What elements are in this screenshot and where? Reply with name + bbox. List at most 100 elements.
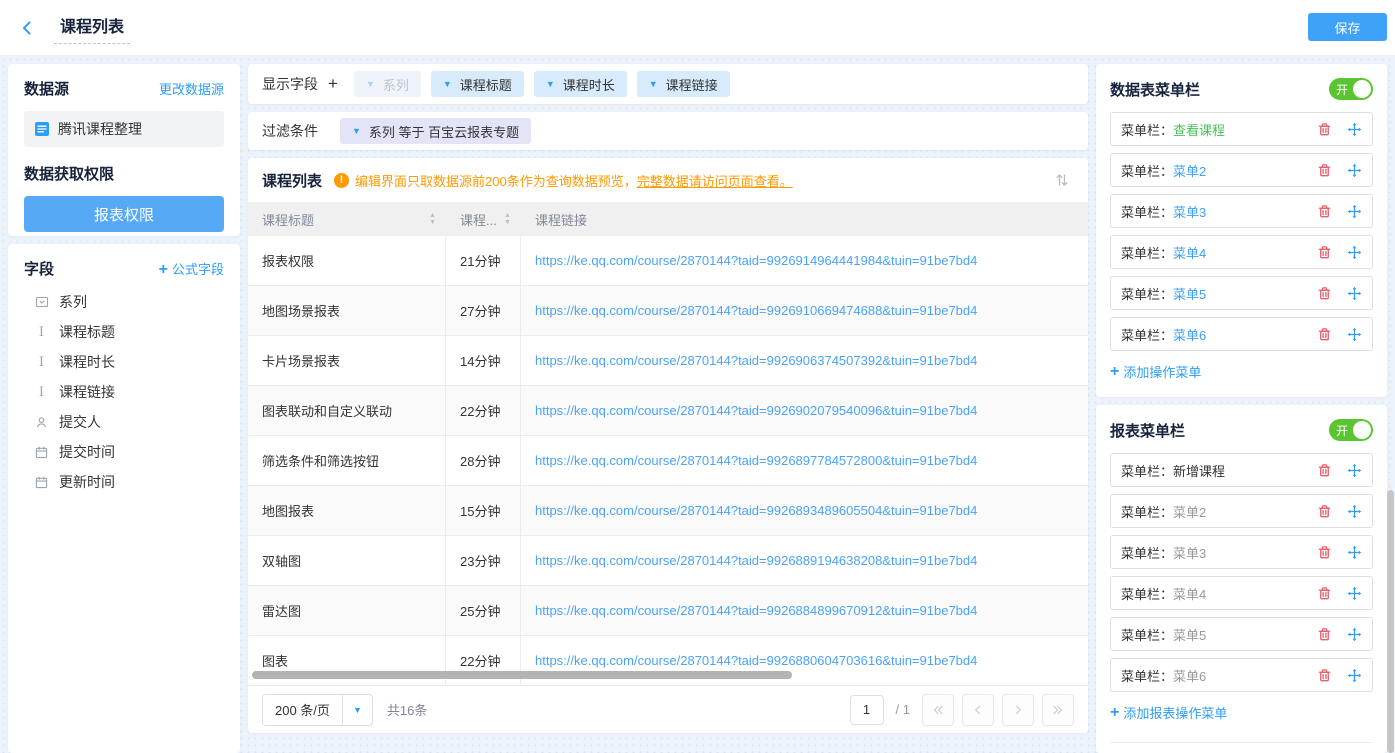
table-menu-list: 菜单栏： 查看课程 菜单栏： 菜单2 菜单栏： 菜单3 菜单栏： 菜单4 xyxy=(1110,112,1373,351)
move-icon[interactable] xyxy=(1346,285,1362,301)
course-link[interactable]: https://ke.qq.com/course/2870144?taid=99… xyxy=(521,236,1088,285)
move-icon[interactable] xyxy=(1346,667,1362,683)
field-item-submitter[interactable]: 提交人 xyxy=(24,407,224,437)
calendar-icon xyxy=(34,446,49,459)
add-table-menu-link[interactable]: +添加操作菜单 xyxy=(1110,362,1373,381)
sort-icon[interactable]: ▲▼ xyxy=(429,212,436,226)
warning-icon: ! xyxy=(334,173,349,188)
trash-icon[interactable] xyxy=(1316,462,1332,478)
display-tag-course-duration[interactable]: ▼课程时长 xyxy=(534,71,627,97)
trash-icon[interactable] xyxy=(1316,326,1332,342)
table-title: 课程列表 xyxy=(262,170,322,191)
datasource-title: 数据源 xyxy=(24,78,69,99)
trash-icon[interactable] xyxy=(1316,244,1332,260)
filter-condition-tag[interactable]: ▼系列 等于 百宝云报表专题 xyxy=(340,118,531,144)
menu-value[interactable]: 菜单5 xyxy=(1173,625,1316,644)
menu-item: 菜单栏： 菜单5 xyxy=(1110,617,1373,651)
trash-icon[interactable] xyxy=(1316,121,1332,137)
course-link[interactable]: https://ke.qq.com/course/2870144?taid=99… xyxy=(521,486,1088,535)
add-display-field-icon[interactable]: + xyxy=(328,74,338,94)
display-tag-course-title[interactable]: ▼课程标题 xyxy=(431,71,524,97)
menu-value[interactable]: 菜单4 xyxy=(1173,243,1316,262)
prev-page-icon[interactable] xyxy=(962,694,994,726)
course-link[interactable]: https://ke.qq.com/course/2870144?taid=99… xyxy=(521,286,1088,335)
move-icon[interactable] xyxy=(1346,121,1362,137)
menu-value[interactable]: 菜单4 xyxy=(1173,584,1316,603)
menu-value[interactable]: 查看课程 xyxy=(1173,120,1316,139)
column-header: 课程... xyxy=(460,210,497,229)
field-item-series[interactable]: 系列 xyxy=(24,287,224,317)
field-item-course-link[interactable]: I 课程链接 xyxy=(24,377,224,407)
course-link[interactable]: https://ke.qq.com/course/2870144?taid=99… xyxy=(521,436,1088,485)
formula-field-link[interactable]: +公式字段 xyxy=(159,259,224,279)
report-permission-button[interactable]: 报表权限 xyxy=(24,196,224,232)
menu-value[interactable]: 菜单6 xyxy=(1173,325,1316,344)
course-link[interactable]: https://ke.qq.com/course/2870144?taid=99… xyxy=(521,386,1088,435)
trash-icon[interactable] xyxy=(1316,544,1332,560)
menu-value[interactable]: 菜单6 xyxy=(1173,666,1316,685)
move-icon[interactable] xyxy=(1346,503,1362,519)
trash-icon[interactable] xyxy=(1316,503,1332,519)
field-item-submit-time[interactable]: 提交时间 xyxy=(24,437,224,467)
table-row: 地图报表15分钟https://ke.qq.com/course/2870144… xyxy=(248,486,1088,536)
column-header: 课程标题 xyxy=(262,210,314,229)
move-icon[interactable] xyxy=(1346,326,1362,342)
move-icon[interactable] xyxy=(1346,626,1362,642)
menu-value[interactable]: 菜单2 xyxy=(1173,502,1316,521)
save-button[interactable]: 保存 xyxy=(1308,13,1387,41)
table-menubar-card: 数据表菜单栏 开 菜单栏： 查看课程 菜单栏： 菜单2 菜单栏： 菜单3 xyxy=(1096,64,1387,397)
course-link[interactable]: https://ke.qq.com/course/2870144?taid=99… xyxy=(521,586,1088,635)
display-tag-course-link[interactable]: ▼课程链接 xyxy=(637,71,730,97)
reorder-icon[interactable] xyxy=(1050,168,1074,192)
trash-icon[interactable] xyxy=(1316,626,1332,642)
next-page-icon[interactable] xyxy=(1002,694,1034,726)
last-page-icon[interactable] xyxy=(1042,694,1074,726)
course-link[interactable]: https://ke.qq.com/course/2870144?taid=99… xyxy=(521,336,1088,385)
display-tag-series[interactable]: ▼系列 xyxy=(354,71,421,97)
move-icon[interactable] xyxy=(1346,244,1362,260)
datasource-item[interactable]: 腾讯课程整理 xyxy=(24,111,224,147)
change-datasource-link[interactable]: 更改数据源 xyxy=(159,79,224,98)
course-link[interactable]: https://ke.qq.com/course/2870144?taid=99… xyxy=(521,536,1088,585)
menu-value[interactable]: 菜单5 xyxy=(1173,284,1316,303)
fields-card: 字段 +公式字段 系列 I 课程标题 I 课程时长 I 课程链接 xyxy=(8,244,240,753)
horizontal-scrollbar[interactable] xyxy=(252,671,792,679)
notice-link[interactable]: 完整数据请访问页面查看。 xyxy=(637,174,793,189)
plus-icon: + xyxy=(1110,363,1119,381)
trash-icon[interactable] xyxy=(1316,585,1332,601)
move-icon[interactable] xyxy=(1346,162,1362,178)
table-menubar-toggle[interactable]: 开 xyxy=(1329,78,1373,100)
trash-icon[interactable] xyxy=(1316,203,1332,219)
trash-icon[interactable] xyxy=(1316,667,1332,683)
sort-icon[interactable]: ▲▼ xyxy=(504,212,511,226)
display-fields-card: 显示字段 + ▼系列 ▼课程标题 ▼课程时长 ▼课程链接 xyxy=(248,64,1088,104)
chevron-down-icon: ▼ xyxy=(352,126,361,136)
trash-icon[interactable] xyxy=(1316,285,1332,301)
trash-icon[interactable] xyxy=(1316,162,1332,178)
move-icon[interactable] xyxy=(1346,203,1362,219)
add-report-menu-link[interactable]: +添加报表操作菜单 xyxy=(1110,703,1373,722)
menu-value[interactable]: 菜单2 xyxy=(1173,161,1316,180)
field-item-course-duration[interactable]: I 课程时长 xyxy=(24,347,224,377)
page-size-select[interactable]: 200 条/页 ▼ xyxy=(262,694,373,726)
report-menubar-toggle[interactable]: 开 xyxy=(1329,419,1373,441)
page-number-input[interactable] xyxy=(850,695,884,725)
menu-item: 菜单栏： 菜单4 xyxy=(1110,235,1373,269)
back-icon[interactable] xyxy=(16,17,38,39)
menu-value[interactable]: 新增课程 xyxy=(1173,461,1316,480)
move-icon[interactable] xyxy=(1346,585,1362,601)
vertical-scrollbar[interactable] xyxy=(1387,490,1394,753)
table-row: 图表联动和自定义联动22分钟https://ke.qq.com/course/2… xyxy=(248,386,1088,436)
move-icon[interactable] xyxy=(1346,544,1362,560)
move-icon[interactable] xyxy=(1346,462,1362,478)
menu-value[interactable]: 菜单3 xyxy=(1173,543,1316,562)
table-row: 卡片场景报表14分钟https://ke.qq.com/course/28701… xyxy=(248,336,1088,386)
chevron-down-icon: ▼ xyxy=(366,79,375,89)
page-title[interactable]: 课程列表 xyxy=(54,11,130,44)
table-body: 报表权限21分钟https://ke.qq.com/course/2870144… xyxy=(248,236,1088,686)
first-page-icon[interactable] xyxy=(922,694,954,726)
course-table-card: 课程列表 ! 编辑界面只取数据源前200条作为查询数据预览，完整数据请访问页面查… xyxy=(248,158,1088,733)
menu-value[interactable]: 菜单3 xyxy=(1173,202,1316,221)
field-item-update-time[interactable]: 更新时间 xyxy=(24,467,224,497)
field-item-course-title[interactable]: I 课程标题 xyxy=(24,317,224,347)
